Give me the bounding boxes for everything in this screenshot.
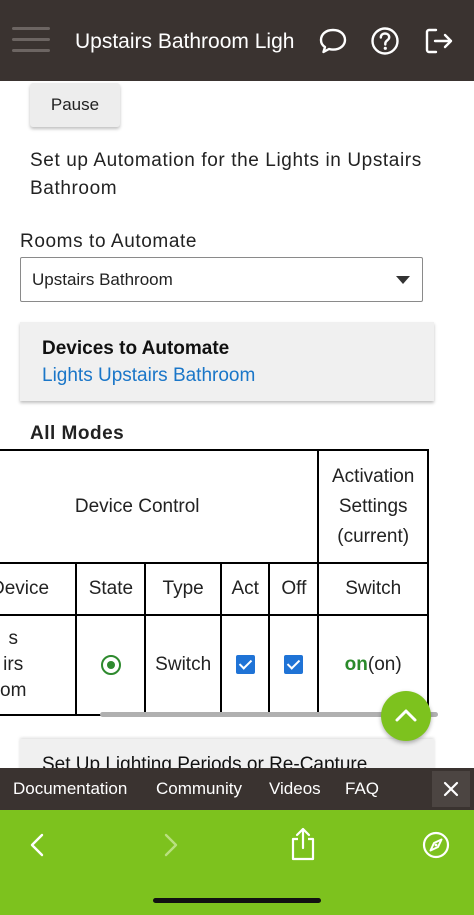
setup-heading: Set up Automation for the Lights in Upst…: [30, 150, 422, 199]
link-community[interactable]: Community: [156, 779, 242, 799]
device-control-group-header: Device Control: [0, 449, 320, 564]
rooms-label: Rooms to Automate: [20, 231, 198, 252]
device-name-link[interactable]: s irs om: [0, 614, 78, 716]
hamburger-icon[interactable]: [12, 27, 50, 55]
chevron-up-icon: [395, 709, 417, 722]
app-root: Upstairs Bathroom Ligh Pause Set up Auto…: [0, 0, 474, 915]
home-indicator: [153, 898, 321, 903]
modes-table-scroll[interactable]: Device Control Activation Settings (curr…: [0, 449, 474, 719]
close-links-button[interactable]: [432, 771, 470, 807]
act-checkbox[interactable]: [235, 655, 255, 675]
devices-link[interactable]: Lights Upstairs Bathroom: [42, 365, 255, 387]
compass-icon[interactable]: [421, 830, 451, 860]
col-state: State: [75, 562, 147, 616]
switch-value: on: [344, 654, 368, 675]
rooms-select-value: Upstairs Bathroom: [32, 270, 173, 289]
chevron-right-icon[interactable]: [160, 832, 182, 858]
rooms-select[interactable]: Upstairs Bathroom: [20, 257, 423, 302]
modes-table: Device Control Activation Settings (curr…: [0, 449, 429, 716]
chevron-left-icon[interactable]: [26, 832, 48, 858]
link-faq[interactable]: FAQ: [345, 779, 379, 799]
state-cell: [75, 614, 147, 716]
question-circle-icon[interactable]: [368, 24, 402, 58]
col-off: Off: [268, 562, 320, 616]
page-title: Upstairs Bathroom Ligh: [75, 30, 295, 53]
scroll-top-button[interactable]: [381, 691, 431, 741]
col-switch: Switch: [317, 562, 429, 616]
off-cell: [268, 614, 320, 716]
col-type: Type: [144, 562, 222, 616]
link-videos[interactable]: Videos: [269, 779, 321, 799]
close-icon: [443, 781, 459, 797]
devices-card: Devices to Automate Lights Upstairs Bath…: [20, 322, 434, 401]
all-modes-title: All Modes: [30, 423, 125, 444]
table-row: s irs om Switch on(on): [0, 614, 429, 716]
link-documentation[interactable]: Documentation: [13, 779, 127, 799]
type-cell: Switch: [144, 614, 222, 716]
caret-down-icon: [396, 276, 410, 284]
col-device: Device: [0, 562, 78, 616]
lighting-periods-text: Set Up Lighting Periods or Re-Capture: [42, 754, 368, 768]
state-on-icon[interactable]: [100, 654, 121, 675]
share-icon[interactable]: [289, 826, 317, 862]
act-cell: [219, 614, 271, 716]
col-act: Act: [219, 562, 271, 616]
pause-button[interactable]: Pause: [30, 83, 120, 127]
chat-bubble-icon[interactable]: [316, 24, 350, 58]
app-header: Upstairs Bathroom Ligh: [0, 0, 474, 81]
switch-current: (on): [367, 654, 402, 675]
devices-title: Devices to Automate: [42, 338, 230, 359]
activation-group-header: Activation Settings (current): [317, 449, 429, 564]
logout-icon[interactable]: [422, 24, 456, 58]
off-checkbox[interactable]: [284, 655, 304, 675]
lighting-periods-card[interactable]: Set Up Lighting Periods or Re-Capture: [20, 739, 434, 768]
main-content: Pause Set up Automation for the Lights i…: [0, 81, 474, 768]
bottom-link-bar: Documentation Community Videos FAQ: [0, 768, 474, 810]
